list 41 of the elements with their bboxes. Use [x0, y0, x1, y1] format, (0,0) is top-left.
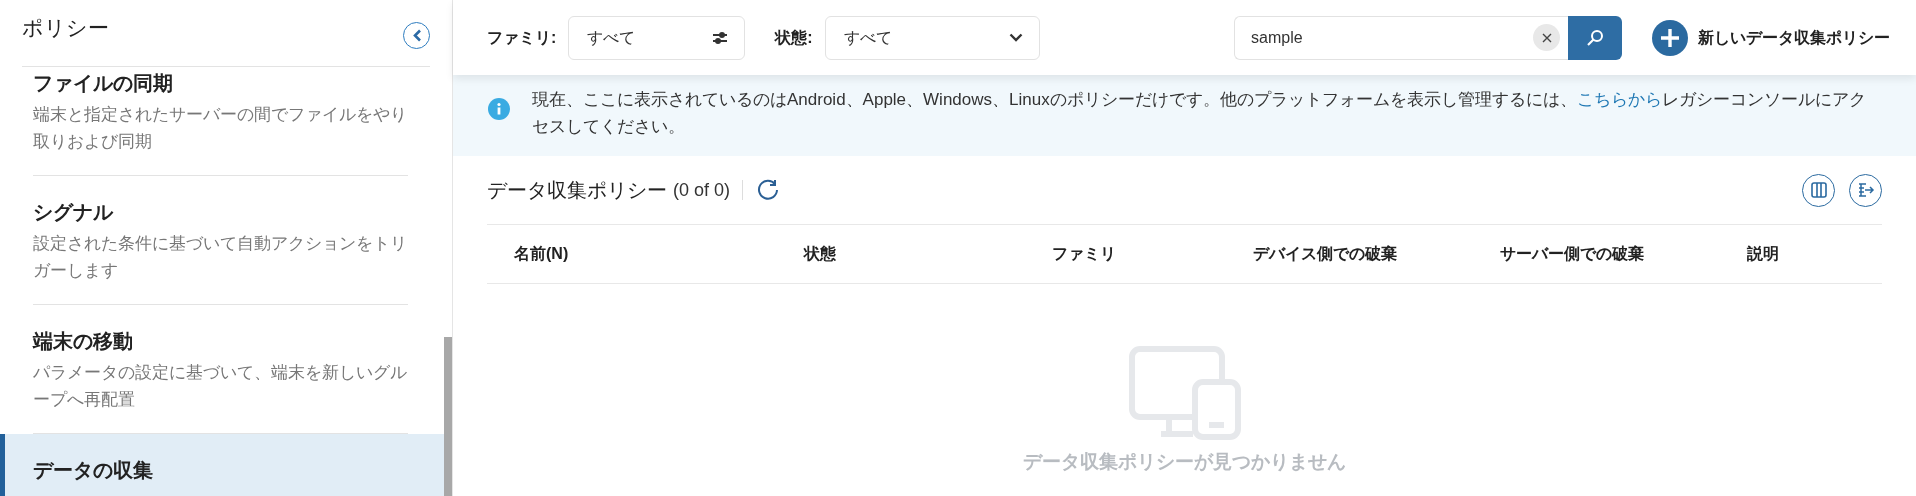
sidebar-item-description: 設定された条件に基づいて自動アクションをトリガーします: [33, 233, 408, 282]
export-icon: [1856, 182, 1875, 198]
search-box[interactable]: sample: [1234, 15, 1568, 60]
search-icon: [1586, 28, 1604, 47]
scrollbar[interactable]: [444, 337, 452, 496]
column-header[interactable]: 名前(N): [514, 245, 569, 262]
sidebar-item-title: データの収集: [33, 458, 154, 483]
filter-select[interactable]: すべて: [824, 15, 1040, 60]
columns-icon: [1810, 182, 1827, 198]
column-header[interactable]: サーバー側での破棄: [1500, 245, 1644, 262]
sidebar-item-title: 端末の移動: [33, 329, 134, 354]
sidebar-item-title: ファイルの同期: [33, 71, 174, 96]
column-header[interactable]: 説明: [1747, 245, 1779, 262]
column-header[interactable]: ファミリ: [1052, 245, 1116, 262]
devices-icon: [1128, 346, 1241, 440]
new-policy-button[interactable]: 新しいデータ収集ポリシー: [1652, 19, 1890, 56]
refresh-icon: [756, 178, 781, 202]
close-icon: [1541, 32, 1552, 43]
legacy-console-link[interactable]: こちらから: [1576, 90, 1662, 109]
empty-message: データ収集ポリシーが見つかりません: [1023, 450, 1346, 474]
clear-button[interactable]: [1533, 24, 1560, 51]
filter-label: ファミリ:: [487, 27, 557, 48]
sidebar-title: ポリシー: [22, 15, 109, 41]
sidebar-item-title: シグナル: [33, 200, 115, 225]
sidebar-item-description: パラメータの設定に基づいて、端末を新しいグループへ再配置: [33, 362, 408, 411]
sidebar-item[interactable]: データの収集: [0, 434, 444, 496]
list-count: (0 of 0): [673, 178, 731, 202]
info-icon: [488, 98, 510, 120]
plus-icon: [1652, 19, 1688, 56]
search-input[interactable]: sample: [1251, 25, 1533, 50]
chevron-left-icon: [411, 29, 422, 42]
filter-label: 状態:: [775, 27, 813, 48]
column-header[interactable]: デバイス側での破棄: [1253, 245, 1397, 262]
sidebar-item-description: 端末と指定されたサーバーの間でファイルをやり取りおよび同期: [33, 104, 408, 153]
column-header[interactable]: 状態: [804, 245, 836, 262]
list-title: データ収集ポリシー: [487, 178, 667, 203]
search-button[interactable]: [1568, 15, 1622, 60]
filter-select[interactable]: すべて: [568, 15, 746, 60]
chevron-down-icon: [1008, 33, 1023, 42]
info-message: 現在、ここに表示されているのはAndroid、Apple、Windows、Linuxのポリシーだけです。他のプラットフォームを表示し管理するには、こちらから レガシーコンソールにアクセスしてください。: [532, 89, 1867, 138]
sliders-icon: [712, 30, 729, 45]
